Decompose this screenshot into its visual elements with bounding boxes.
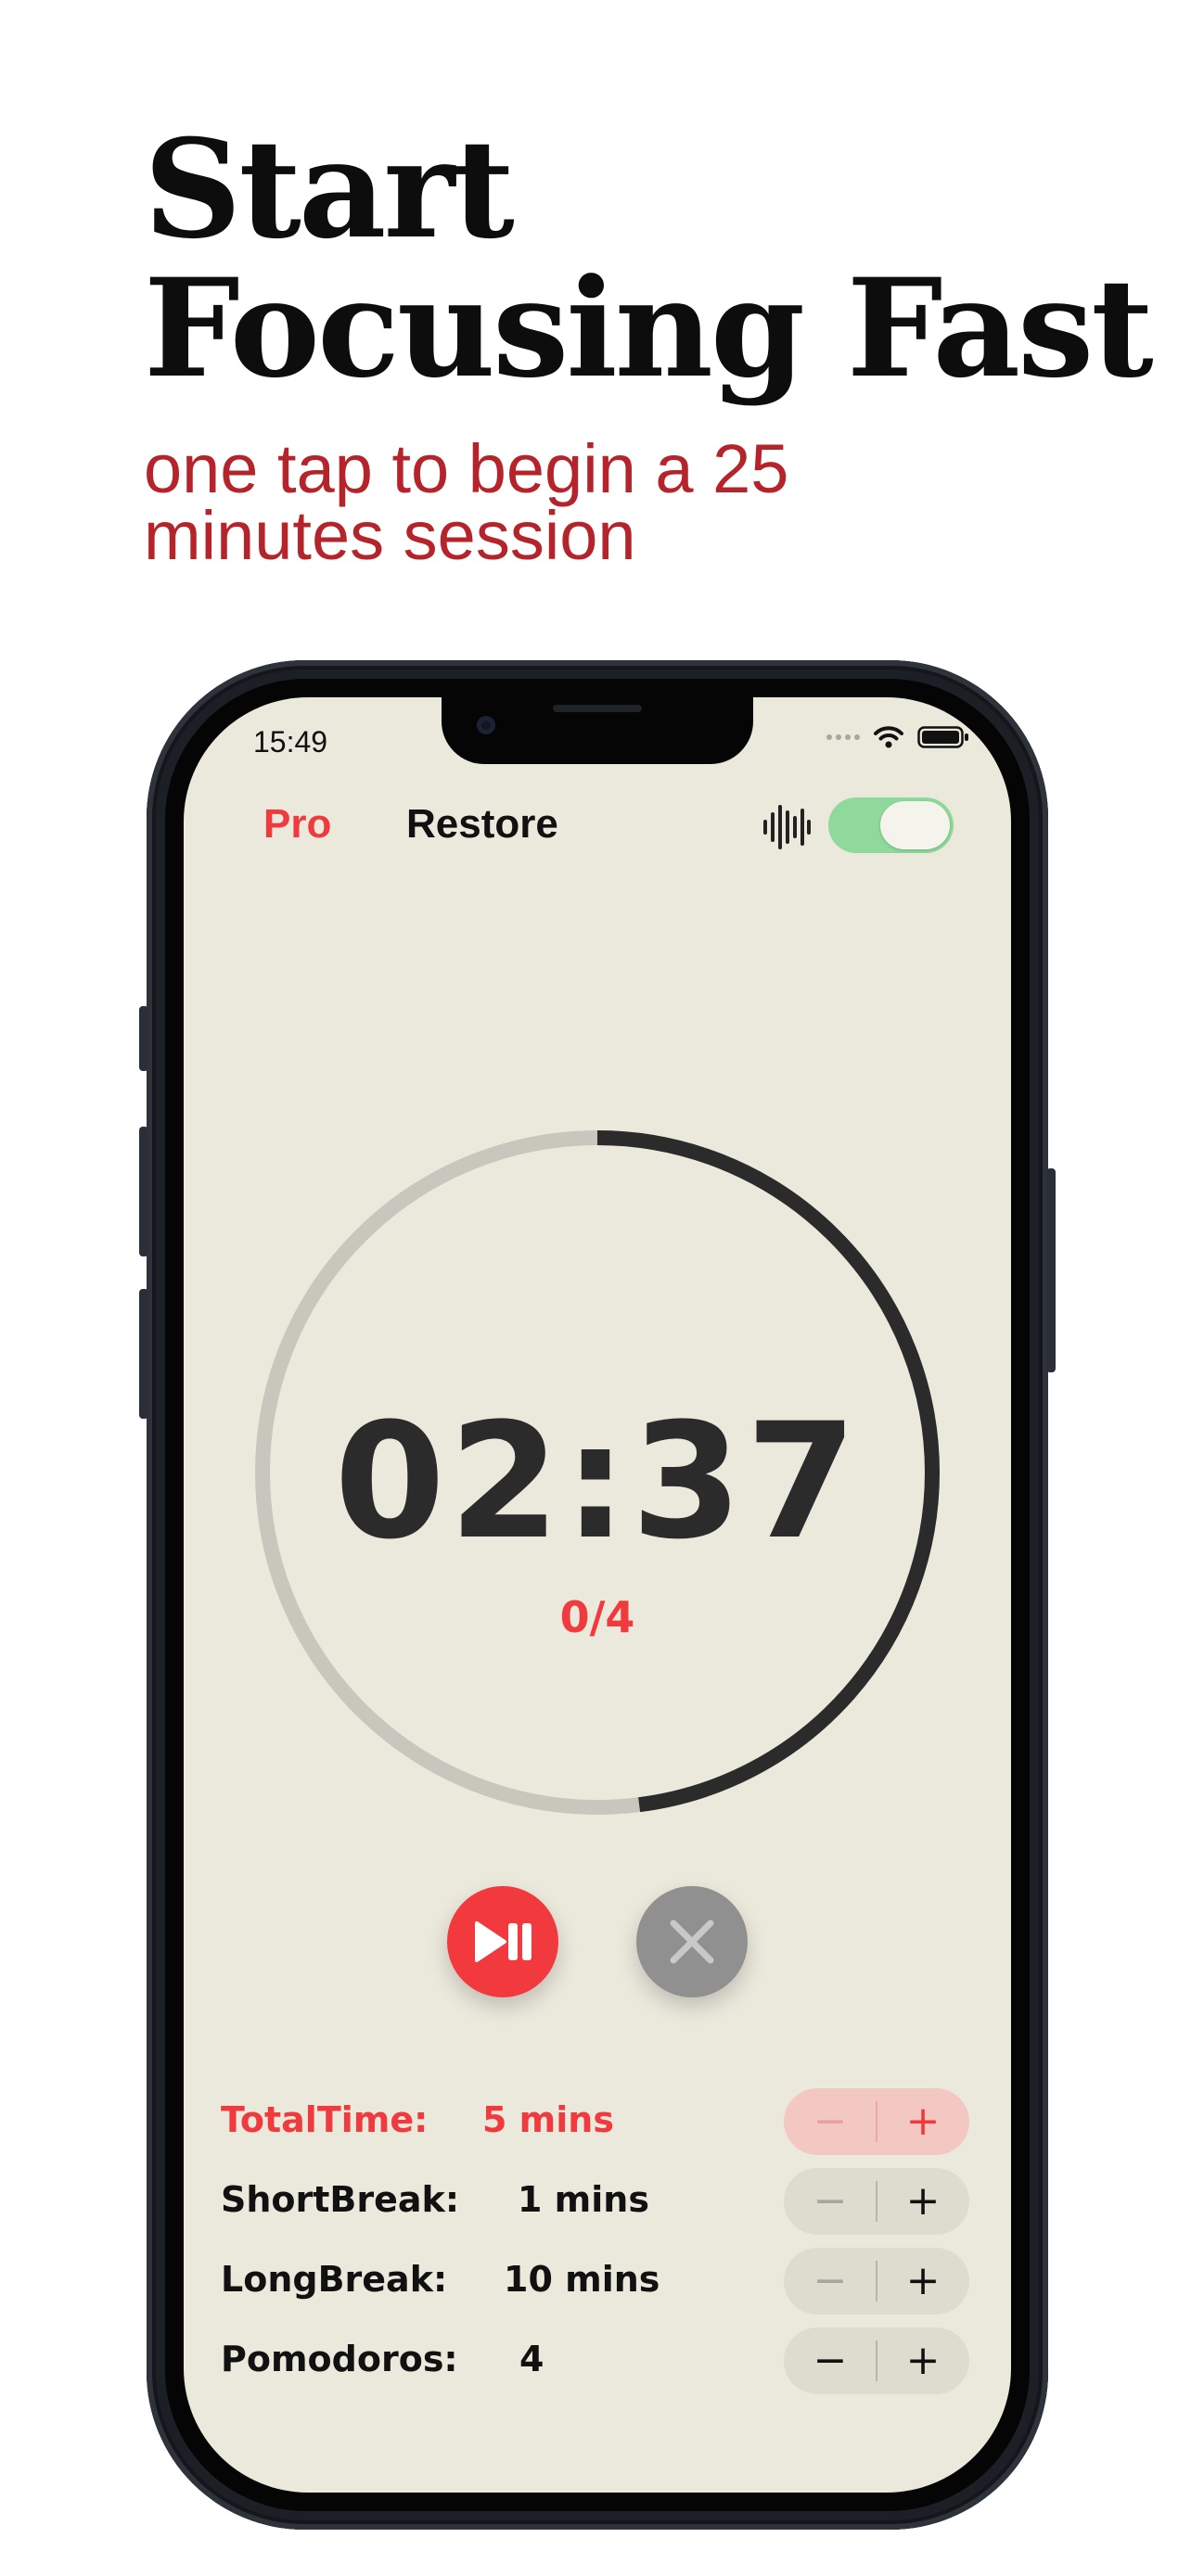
headline-line-2: Focusing Fast <box>144 249 1154 408</box>
decrement-button[interactable]: − <box>784 2248 877 2315</box>
speaker-grille <box>553 705 642 712</box>
status-indicators <box>826 725 969 749</box>
decrement-button[interactable]: − <box>784 2088 877 2155</box>
sound-wave-icon <box>763 805 811 849</box>
total-time-stepper: − + <box>784 2088 969 2155</box>
cellular-signal-icon <box>826 734 860 740</box>
pro-button[interactable]: Pro <box>263 801 331 848</box>
headline-line-1: Start <box>144 110 515 269</box>
setting-short-break: ShortBreak: 1 mins − + <box>221 2168 969 2240</box>
setting-label: TotalTime: <box>221 2099 429 2140</box>
marketing-subline: one tap to begin a 25 minutes session <box>144 430 789 574</box>
cancel-button[interactable] <box>636 1886 748 1997</box>
status-time: 15:49 <box>253 725 328 759</box>
play-pause-icon <box>475 1921 531 1962</box>
setting-total-time: TotalTime: 5 mins − + <box>221 2088 969 2161</box>
increment-button[interactable]: + <box>877 2248 969 2315</box>
volume-up-button <box>139 1127 148 1256</box>
sound-toggle[interactable] <box>828 797 954 853</box>
session-counter: 0/4 <box>559 1592 635 1642</box>
pomodoros-stepper: − + <box>784 2327 969 2394</box>
setting-label: Pomodoros: <box>221 2339 458 2379</box>
marketing-headline: Start Focusing Fast <box>144 110 1154 408</box>
setting-value: 10 mins <box>504 2259 660 2300</box>
setting-long-break: LongBreak: 10 mins − + <box>221 2248 969 2320</box>
decrement-button[interactable]: − <box>784 2327 877 2394</box>
decrement-button[interactable]: − <box>784 2168 877 2235</box>
timer-display: 02:37 <box>334 1388 861 1575</box>
wifi-icon <box>874 726 903 748</box>
subline-line-2: minutes session <box>144 497 636 574</box>
increment-button[interactable]: + <box>877 2327 969 2394</box>
volume-down-button <box>139 1289 148 1419</box>
setting-pomodoros: Pomodoros: 4 − + <box>221 2327 969 2400</box>
setting-value: 5 mins <box>482 2099 614 2140</box>
toggle-knob <box>880 801 950 849</box>
battery-icon <box>917 726 968 748</box>
power-button <box>1046 1168 1056 1372</box>
notch <box>442 697 753 764</box>
short-break-stepper: − + <box>784 2168 969 2235</box>
mute-switch <box>139 1006 148 1071</box>
front-camera <box>477 716 495 734</box>
setting-value: 1 mins <box>518 2179 649 2220</box>
setting-label: ShortBreak: <box>221 2179 460 2220</box>
setting-value: 4 <box>519 2339 544 2379</box>
app-screen: 15:49 Pro Restore 02:37 0/4 TotalTime: 5… <box>184 697 1011 2493</box>
restore-button[interactable]: Restore <box>406 801 558 848</box>
setting-label: LongBreak: <box>221 2259 448 2300</box>
long-break-stepper: − + <box>784 2248 969 2315</box>
subline-line-1: one tap to begin a 25 <box>144 430 789 507</box>
increment-button[interactable]: + <box>877 2168 969 2235</box>
play-pause-button[interactable] <box>447 1886 558 1997</box>
close-icon <box>670 1919 714 1964</box>
increment-button[interactable]: + <box>877 2088 969 2155</box>
